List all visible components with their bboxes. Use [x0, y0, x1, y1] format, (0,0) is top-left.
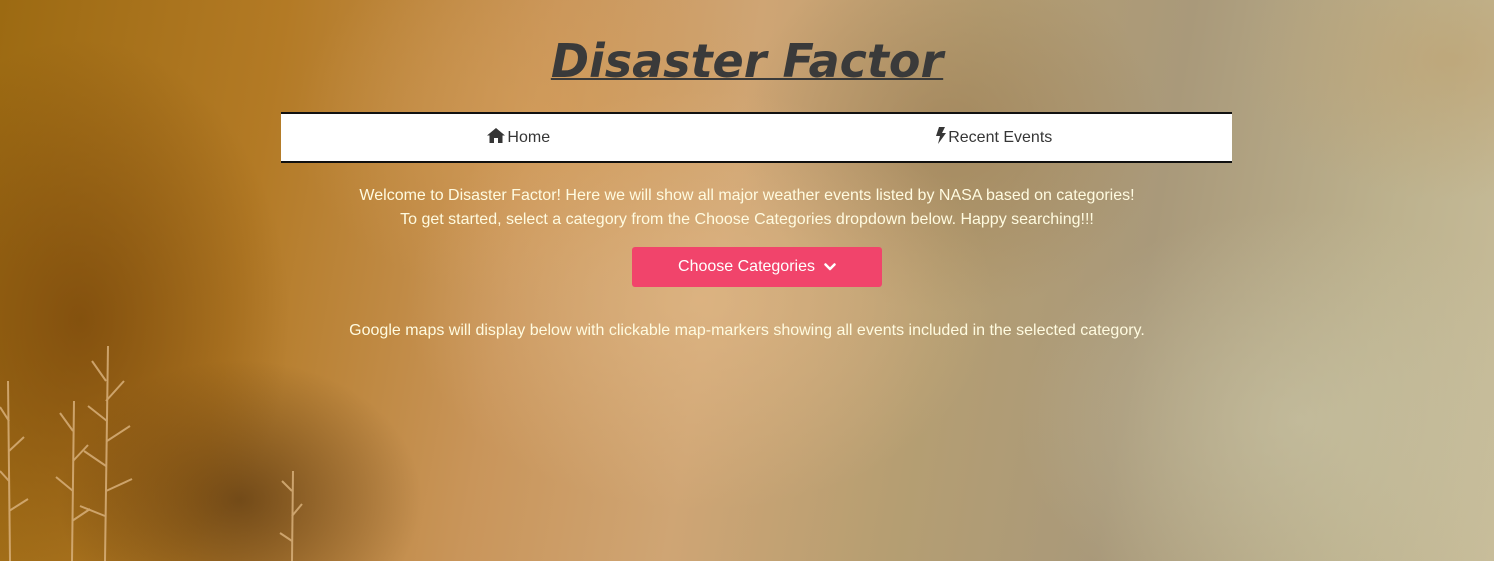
intro-line-2: To get started, select a category from t… [400, 211, 1094, 228]
nav-home-label: Home [507, 128, 551, 146]
intro-text: Welcome to Disaster Factor! Here we will… [0, 184, 1494, 232]
burnt-trees-background [0, 345, 303, 561]
intro-line-1: Welcome to Disaster Factor! Here we will… [359, 187, 1135, 204]
nav-home-link[interactable]: Home [281, 114, 757, 161]
nav-recent-events-label: Recent Events [948, 128, 1053, 146]
nav-recent-events-link[interactable]: Recent Events [757, 114, 1233, 161]
navbar: Home Recent Events [281, 112, 1232, 163]
header: Disaster Factor [0, 34, 1494, 88]
home-icon [487, 127, 507, 148]
dropdown-label: Choose Categories [678, 258, 815, 275]
lightning-bolt-icon [936, 126, 948, 149]
page-title[interactable]: Disaster Factor [551, 34, 943, 88]
chevron-down-icon [824, 262, 836, 272]
choose-categories-dropdown-button[interactable]: Choose Categories [632, 247, 882, 287]
maps-note: Google maps will display below with clic… [349, 322, 1145, 339]
